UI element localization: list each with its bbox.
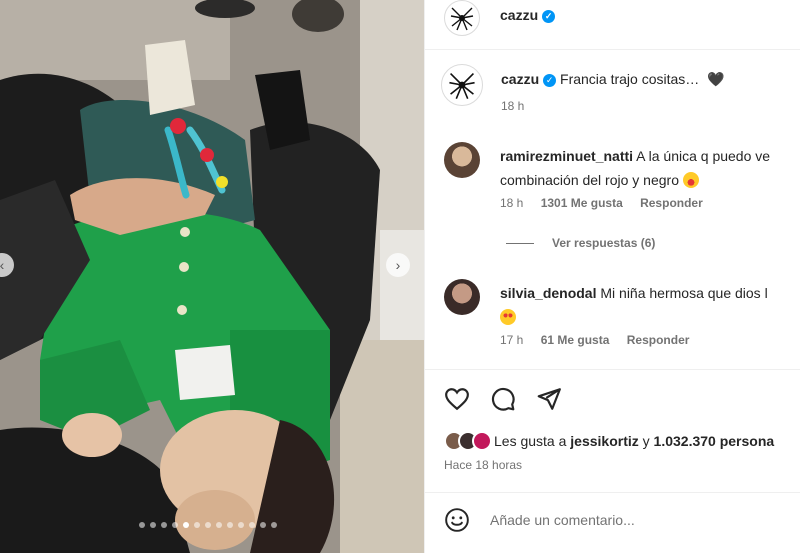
smiley-icon[interactable] <box>444 507 470 533</box>
post-details-panel: cazzu ✓ cazzu ✓ Francia trajo cositas… 🖤 18… <box>424 0 800 553</box>
spider-logo-icon <box>450 7 474 31</box>
comment-text-line2: combinación del rojo y negro <box>500 172 679 188</box>
author-username[interactable]: cazzu ✓ <box>500 7 556 23</box>
reply-button[interactable]: Responder <box>627 333 690 347</box>
comment-text-block: silvia_denodal Mi niña hermosa que dios … <box>500 281 800 329</box>
carousel-dot <box>183 522 189 528</box>
comment-meta: 17 h 61 Me gusta Responder <box>500 333 703 347</box>
caption-username[interactable]: cazzu <box>501 71 539 87</box>
comment-likes[interactable]: 1301 Me gusta <box>541 196 623 210</box>
comment-meta: 18 h 1301 Me gusta Responder <box>500 196 717 210</box>
carousel-dot <box>150 522 156 528</box>
liker-avatar <box>472 431 492 451</box>
commenter-avatar[interactable] <box>444 142 480 178</box>
comment-time[interactable]: 17 h <box>500 333 523 347</box>
comment-input[interactable] <box>490 512 770 528</box>
commenter-avatar[interactable] <box>444 279 480 315</box>
chevron-right-icon: › <box>395 257 401 273</box>
comment-input-divider <box>425 492 800 493</box>
carousel-dot <box>249 522 255 528</box>
verified-badge-icon: ✓ <box>542 9 556 23</box>
carousel-dot <box>216 522 222 528</box>
comment-likes[interactable]: 61 Me gusta <box>541 333 610 347</box>
comment-username[interactable]: ramirezminuet_natti <box>500 148 633 164</box>
post-photo[interactable]: ‹ › <box>0 0 424 553</box>
carousel-indicator <box>139 522 277 528</box>
heart-outline-icon[interactable] <box>444 386 470 412</box>
view-replies-button[interactable]: Ver respuestas (6) <box>506 236 655 250</box>
carousel-dot <box>194 522 200 528</box>
likes-summary[interactable]: Les gusta a jessikortiz y 1.032.370 pers… <box>444 431 774 451</box>
caption-timestamp[interactable]: 18 h <box>501 99 524 113</box>
caption-text: Francia trajo cositas… <box>560 71 700 87</box>
carousel-dot <box>172 522 178 528</box>
view-replies-label[interactable]: Ver respuestas (6) <box>552 236 655 250</box>
comment-bubble-icon[interactable] <box>490 386 516 412</box>
carousel-dot <box>161 522 167 528</box>
comment-username[interactable]: silvia_denodal <box>500 285 596 301</box>
add-comment-bar <box>444 505 784 535</box>
likes-middle: y <box>642 433 650 449</box>
comment-text: Mi niña hermosa que dios l <box>600 285 768 301</box>
likes-prefix: Les gusta a <box>494 433 567 449</box>
post-header: cazzu ✓ <box>425 0 800 50</box>
likes-user[interactable]: jessikortiz <box>570 433 638 449</box>
carousel-dot <box>271 522 277 528</box>
reply-button[interactable]: Responder <box>640 196 703 210</box>
next-image-button[interactable]: › <box>386 253 410 277</box>
spider-logo-icon <box>449 73 475 100</box>
baby-photo-illustration <box>0 0 424 553</box>
author-username-text[interactable]: cazzu <box>500 7 538 23</box>
carousel-dot <box>139 522 145 528</box>
likes-count[interactable]: 1.032.370 persona <box>654 433 775 449</box>
carousel-dot <box>205 522 211 528</box>
verified-badge-icon: ✓ <box>543 73 557 87</box>
author-avatar[interactable] <box>444 0 480 36</box>
carousel-dot <box>260 522 266 528</box>
paper-plane-icon[interactable] <box>536 386 562 412</box>
black-heart-emoji: 🖤 <box>707 71 725 87</box>
caption-author-avatar[interactable] <box>441 64 483 106</box>
actions-divider <box>425 369 800 370</box>
post-timestamp[interactable]: Hace 18 horas <box>444 458 522 472</box>
carousel-dot <box>227 522 233 528</box>
replies-divider-line <box>506 242 534 244</box>
chevron-left-icon: ‹ <box>0 257 5 273</box>
heart-eyes-emoji-icon <box>500 309 516 325</box>
liker-avatars <box>444 431 492 451</box>
comment-time[interactable]: 18 h <box>500 196 523 210</box>
comment-text: A la única q puedo ve <box>636 148 771 164</box>
laughing-emoji-icon <box>682 172 699 188</box>
carousel-dot <box>238 522 244 528</box>
comment-text-block: ramirezminuet_natti A la única q puedo v… <box>500 144 800 192</box>
